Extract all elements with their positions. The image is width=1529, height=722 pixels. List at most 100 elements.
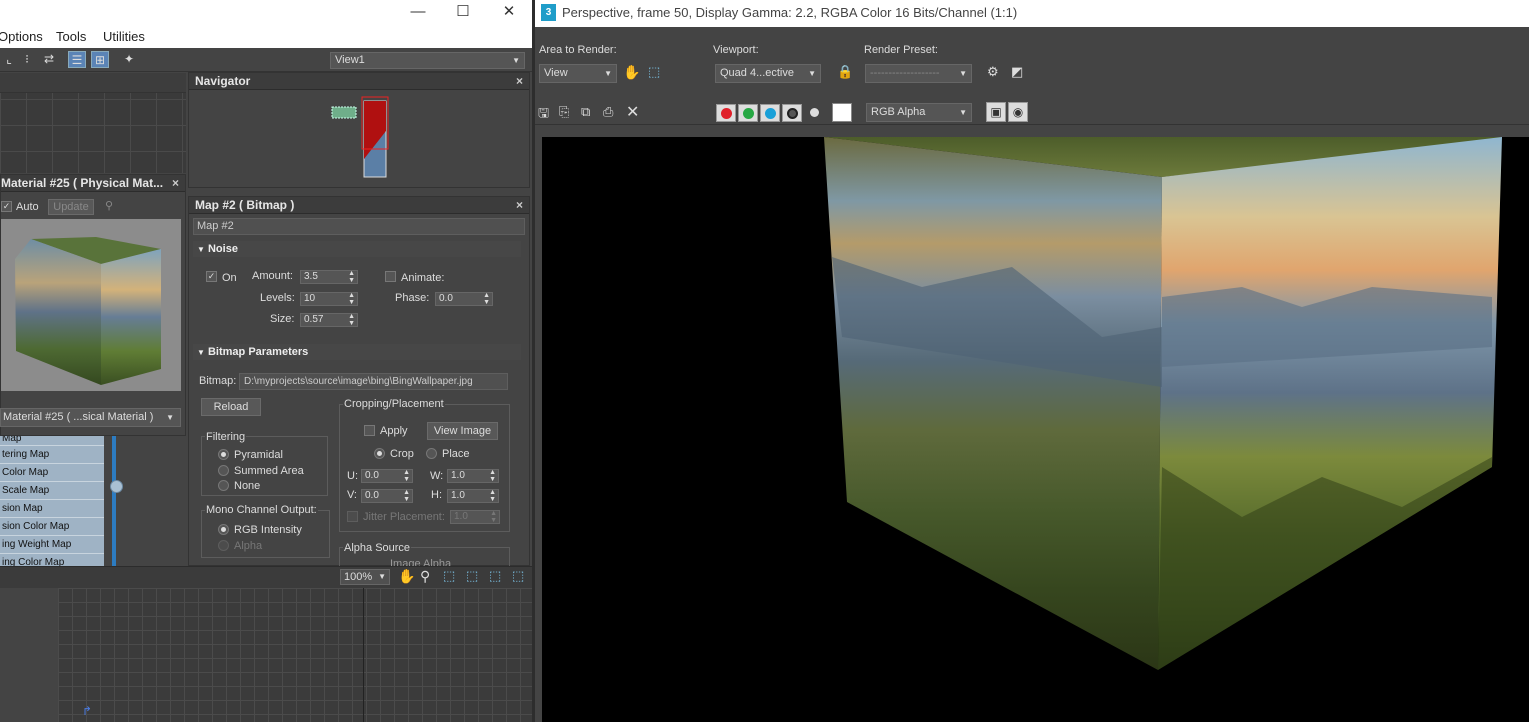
material-select[interactable]: Material #25 ( ...sical Material ) ▼ [0, 408, 181, 427]
browser-header [0, 73, 186, 93]
jitter-spinner[interactable]: 1.0 ▲ ▼ [450, 510, 500, 524]
monochrome-icon[interactable] [810, 108, 819, 117]
zoom-select[interactable]: 100% ▼ [340, 569, 390, 585]
animate-checkbox[interactable] [385, 271, 396, 282]
maximize-icon[interactable]: ☐ [453, 3, 473, 21]
zoom-icon[interactable]: ⚲ [420, 568, 430, 585]
list-item[interactable]: Scale Map [0, 482, 104, 500]
mono-alpha-radio[interactable] [218, 540, 229, 551]
arrange-icon[interactable]: ⇄ [40, 51, 58, 68]
h-spinner[interactable]: 1.0 ▲ ▼ [447, 489, 499, 503]
zoom-region-icon[interactable]: ⬚ [443, 568, 455, 584]
filter-summed-area-radio[interactable] [218, 465, 229, 476]
color-swatch[interactable] [832, 103, 852, 122]
alpha-channel-toggle[interactable] [782, 104, 802, 122]
view-image-button[interactable]: View Image [427, 422, 498, 440]
lock-icon[interactable]: 🔒 [837, 64, 853, 80]
list-item[interactable]: sion Color Map [0, 518, 104, 536]
pick-icon[interactable]: ✦ [120, 51, 138, 68]
close-icon[interactable]: ✕ [499, 3, 519, 21]
w-spinner[interactable]: 1.0 ▲ ▼ [447, 469, 499, 483]
bitmap-rollout-header[interactable]: ▼ Bitmap Parameters [193, 344, 521, 360]
menu-tools[interactable]: Tools [56, 29, 86, 44]
noise-rollout-header[interactable]: ▼ Noise [193, 241, 521, 257]
area-to-render-select[interactable]: View ▼ [539, 64, 617, 83]
close-icon[interactable]: × [516, 73, 523, 90]
auto-checkbox[interactable]: ✓ [1, 201, 12, 212]
render-preset-select[interactable]: ------------------- ▼ [865, 64, 972, 83]
chevron-down-icon: ▼ [959, 108, 967, 117]
update-button[interactable]: Update [48, 199, 94, 215]
frame-all-icon[interactable]: ⬚ [512, 568, 524, 584]
amount-spinner[interactable]: 3.5 ▲ ▼ [300, 270, 358, 284]
alpha-source-clip: Image Alpha [380, 558, 520, 566]
levels-spinner[interactable]: 10 ▲ ▼ [300, 292, 358, 306]
noise-on-checkbox[interactable]: ✓ [206, 271, 217, 282]
map-slot-list: Map tering Map Color Map Scale Map sion … [0, 436, 104, 566]
render-setup-icon[interactable]: ⚙ [987, 64, 999, 80]
reload-button[interactable]: Reload [201, 398, 261, 416]
close-icon[interactable]: × [172, 175, 179, 192]
menu-options[interactable]: Options [0, 29, 43, 44]
zoom-selected-icon[interactable]: ⬚ [489, 568, 501, 584]
size-spinner[interactable]: 0.57 ▲ ▼ [300, 313, 358, 327]
filter-pyramidal-radio[interactable] [218, 449, 229, 460]
clone-icon[interactable]: ⧉ [581, 104, 590, 120]
toggle-ui-overlay-icon[interactable]: ▣ [986, 102, 1006, 122]
list-item[interactable]: sion Map [0, 500, 104, 518]
green-channel-toggle[interactable] [738, 104, 758, 122]
noise-rollout-title: Noise [207, 243, 238, 255]
display-channel-value: RGB Alpha [871, 106, 926, 118]
v-spinner[interactable]: 0.0 ▲ ▼ [361, 489, 413, 503]
material-preview-panel: Material #25 ( Physical Mat... × ✓ Auto … [0, 174, 186, 436]
save-icon[interactable]: 🖫 [538, 104, 549, 126]
h-label: H: [431, 489, 442, 501]
clear-icon[interactable]: ✕ [626, 102, 639, 122]
crop-radio[interactable] [374, 448, 385, 459]
grid-view-icon[interactable]: ⊞ [91, 51, 109, 68]
list-item[interactable]: ing Color Map [0, 554, 104, 566]
u-spinner[interactable]: 0.0 ▲ ▼ [361, 469, 413, 483]
jitter-checkbox[interactable] [347, 511, 358, 522]
red-channel-toggle[interactable] [716, 104, 736, 122]
viewport-select[interactable]: Quad 4...ective ▼ [715, 64, 821, 83]
pan-icon[interactable]: ✋ [398, 568, 415, 585]
minimize-icon[interactable]: — [408, 3, 428, 21]
alpha-source-label: Alpha Source [343, 542, 412, 554]
select-tool-icon[interactable]: ⌞ [0, 51, 18, 68]
list-view-icon[interactable]: ☰ [68, 51, 86, 68]
view-select[interactable]: View1 ▼ [330, 52, 525, 69]
list-item[interactable]: tering Map [0, 446, 104, 464]
list-item[interactable]: Color Map [0, 464, 104, 482]
edit-region-icon[interactable]: ✋ [623, 64, 640, 81]
navigator-body[interactable] [189, 91, 529, 187]
apply-checkbox[interactable] [364, 425, 375, 436]
bitmap-label: Bitmap: [199, 375, 237, 387]
toggle-ui-icon[interactable]: ◉ [1008, 102, 1028, 122]
phase-spinner[interactable]: 0.0 ▲ ▼ [435, 292, 493, 306]
copy-icon[interactable]: ⎘ [559, 104, 569, 120]
menu-utilities[interactable]: Utilities [103, 29, 145, 44]
node-connection-wire [112, 436, 116, 566]
viewport-grid[interactable] [58, 588, 532, 722]
chevron-down-icon: ▼ [166, 413, 174, 422]
auto-region-icon[interactable]: ⬚ [648, 64, 660, 80]
bitmap-path-button[interactable]: D:\myprojects\source\image\bing\BingWall… [239, 373, 508, 390]
close-icon[interactable]: × [516, 197, 523, 214]
filter-none-radio[interactable] [218, 480, 229, 491]
print-icon[interactable]: ⎙ [603, 104, 613, 120]
zoom-extents-icon[interactable]: ⬚ [466, 568, 478, 584]
chevron-down-icon: ▼ [604, 69, 612, 78]
display-channel-select[interactable]: RGB Alpha ▼ [866, 103, 972, 122]
list-item[interactable]: ing Weight Map [0, 536, 104, 554]
layout-icon[interactable]: ⁝ [18, 51, 36, 68]
material-preview-cube [15, 237, 161, 385]
place-radio[interactable] [426, 448, 437, 459]
eyedropper-icon[interactable]: ⚲ [105, 199, 113, 212]
environment-icon[interactable]: ◩ [1011, 64, 1023, 80]
connection-socket[interactable] [110, 480, 123, 493]
mono-rgb-intensity-radio[interactable] [218, 524, 229, 535]
blue-channel-toggle[interactable] [760, 104, 780, 122]
list-item[interactable]: Map [0, 436, 104, 446]
map-name-field[interactable]: Map #2 [193, 218, 525, 235]
